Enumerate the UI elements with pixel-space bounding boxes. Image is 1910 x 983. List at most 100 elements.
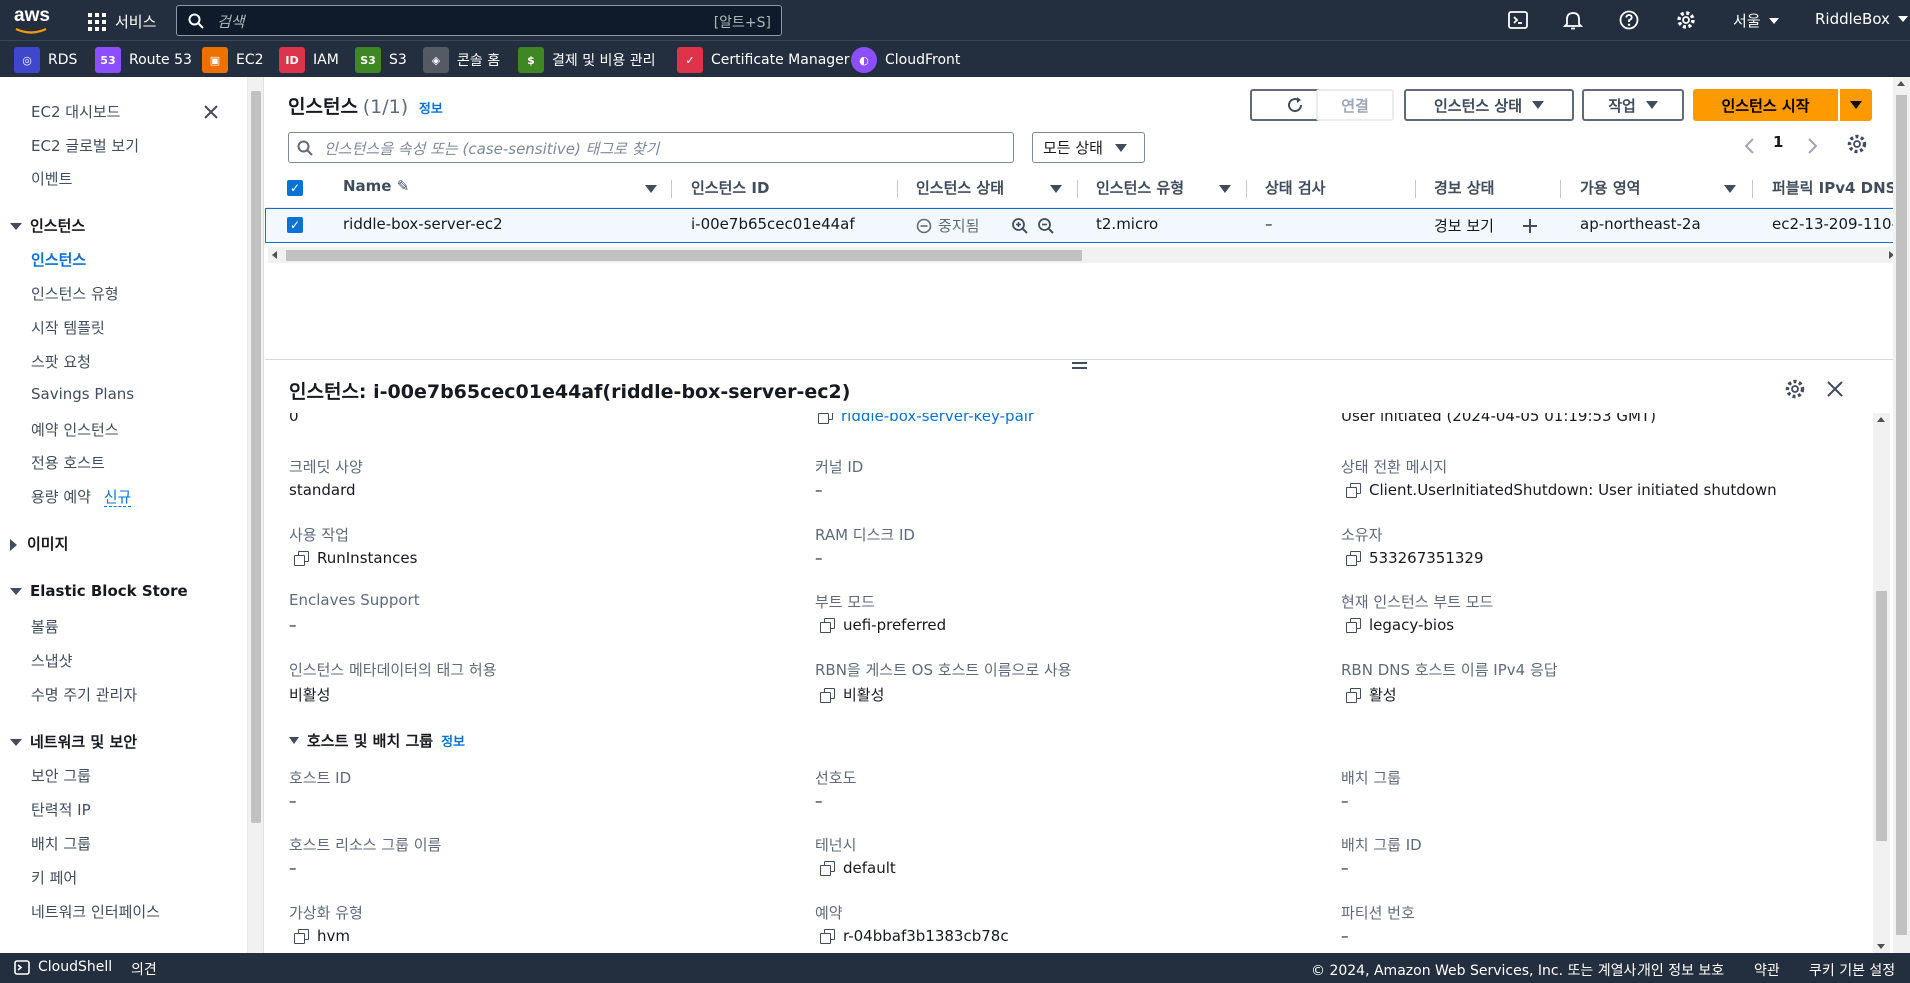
- table-scrollbar-thumb[interactable]: [286, 250, 1082, 261]
- copy-icon[interactable]: [818, 413, 833, 424]
- sidebar-section-instances[interactable]: 인스턴스: [10, 215, 85, 236]
- bell-icon[interactable]: [1563, 10, 1583, 30]
- zoom-in-icon[interactable]: [1011, 217, 1029, 235]
- cloudshell-icon[interactable]: [1508, 11, 1528, 29]
- sidebar-item-key-pairs[interactable]: 키 페어: [31, 867, 77, 888]
- detail-settings-icon[interactable]: [1784, 378, 1806, 400]
- region-selector[interactable]: 서울: [1733, 10, 1779, 31]
- favorite-iam[interactable]: ID IAM: [279, 47, 339, 73]
- main-scrollbar[interactable]: [1893, 77, 1910, 953]
- favorite-cloudfront[interactable]: ◐ CloudFront: [851, 47, 960, 73]
- favorite-ec2[interactable]: ▣ EC2: [202, 47, 264, 73]
- sidebar-item-savings-plans[interactable]: Savings Plans: [31, 385, 134, 403]
- sidebar-section-ebs[interactable]: Elastic Block Store: [10, 582, 188, 600]
- column-availability-zone[interactable]: 가용 영역: [1580, 177, 1640, 198]
- sidebar-item-capacity-reservations[interactable]: 용량 예약 신규: [31, 486, 132, 507]
- column-instance-id[interactable]: 인스턴스 ID: [691, 177, 769, 198]
- privacy-link[interactable]: 개인 정보 보호: [1638, 960, 1724, 980]
- column-alarm-status[interactable]: 경보 상태: [1434, 177, 1494, 198]
- info-link[interactable]: 정보: [419, 102, 443, 117]
- scroll-left-icon[interactable]: [272, 251, 277, 259]
- page-number[interactable]: 1: [1773, 133, 1783, 151]
- detail-scrollbar[interactable]: [1873, 413, 1890, 953]
- favorite-route53[interactable]: 53 Route 53: [95, 47, 192, 73]
- favorite-billing[interactable]: $ 결제 및 비용 관리: [518, 47, 656, 73]
- sidebar-item-instances[interactable]: 인스턴스: [31, 249, 86, 270]
- sidebar-item-events[interactable]: 이벤트: [31, 168, 72, 189]
- connect-button[interactable]: 연결: [1316, 89, 1394, 121]
- copy-icon[interactable]: [820, 687, 835, 703]
- table-horizontal-scrollbar[interactable]: [268, 247, 1898, 263]
- launch-instance-button[interactable]: 인스턴스 시작: [1693, 89, 1838, 121]
- copy-icon[interactable]: [1346, 618, 1361, 633]
- info-link[interactable]: 정보: [441, 731, 465, 750]
- actions-button[interactable]: 작업: [1582, 89, 1684, 121]
- sort-icon[interactable]: [1050, 185, 1062, 193]
- sort-icon[interactable]: [645, 185, 657, 193]
- instance-filter-input[interactable]: 인스턴스을 속성 또는 (case-sensitive) 태그로 찾기: [288, 132, 1014, 163]
- sidebar-item-spot-requests[interactable]: 스팟 요청: [31, 351, 91, 372]
- column-name[interactable]: Name ✎: [343, 177, 409, 195]
- sidebar-item-volumes[interactable]: 볼륨: [31, 616, 59, 637]
- column-instance-state[interactable]: 인스턴스 상태: [916, 177, 1004, 198]
- favorite-rds[interactable]: ◎ RDS: [14, 47, 77, 73]
- copy-icon[interactable]: [820, 861, 835, 876]
- account-menu[interactable]: RiddleBox: [1815, 10, 1908, 28]
- column-instance-type[interactable]: 인스턴스 유형: [1096, 177, 1184, 198]
- column-public-dns[interactable]: 퍼블릭 IPv4 DNS: [1772, 177, 1896, 198]
- sidebar-item-lifecycle-manager[interactable]: 수명 주기 관리자: [31, 684, 137, 705]
- favorite-certificate-manager[interactable]: ✓ Certificate Manager: [677, 47, 850, 73]
- favorite-s3[interactable]: S3 S3: [355, 47, 407, 73]
- sidebar-item-ec2-dashboard[interactable]: EC2 대시보드: [31, 101, 120, 122]
- row-alarm-link[interactable]: 경보 보기: [1434, 215, 1494, 236]
- copy-icon[interactable]: [294, 929, 309, 944]
- row-instance-id-link[interactable]: i-00e7b65cec01e44af: [691, 215, 855, 233]
- search-input[interactable]: 검색 [알트+S]: [176, 5, 782, 36]
- favorite-console-home[interactable]: ◈ 콘솔 홈: [423, 47, 500, 73]
- row-checkbox[interactable]: ✓: [287, 217, 303, 233]
- chevron-right-icon[interactable]: [1804, 135, 1820, 157]
- sidebar-item-snapshots[interactable]: 스냅샷: [31, 650, 72, 671]
- main-scrollbar-thumb[interactable]: [1896, 95, 1907, 935]
- sidebar-item-elastic-ips[interactable]: 탄력적 IP: [31, 799, 91, 820]
- instance-state-button[interactable]: 인스턴스 상태: [1404, 89, 1574, 121]
- sidebar-section-network[interactable]: 네트워크 및 보안: [10, 731, 137, 752]
- sidebar-item-placement-groups[interactable]: 배치 그룹: [31, 833, 91, 854]
- services-menu[interactable]: 서비스: [88, 11, 156, 32]
- sidebar-section-images[interactable]: 이미지: [10, 533, 68, 554]
- close-icon[interactable]: [203, 104, 219, 120]
- table-settings-icon[interactable]: [1846, 133, 1868, 155]
- sidebar-scrollbar-thumb[interactable]: [251, 91, 261, 823]
- copy-icon[interactable]: [1346, 551, 1361, 566]
- chevron-left-icon[interactable]: [1742, 135, 1758, 157]
- sidebar-item-reserved-instances[interactable]: 예약 인스턴스: [31, 419, 119, 440]
- sidebar-item-network-interfaces[interactable]: 네트워크 인터페이스: [31, 901, 160, 922]
- sidebar-scrollbar[interactable]: [248, 77, 264, 953]
- sort-icon[interactable]: [1219, 185, 1231, 193]
- column-status-check[interactable]: 상태 검사: [1265, 177, 1325, 198]
- close-icon[interactable]: [1826, 380, 1844, 398]
- sidebar-item-instance-types[interactable]: 인스턴스 유형: [31, 283, 119, 304]
- zoom-out-icon[interactable]: [1037, 217, 1055, 235]
- sidebar-item-launch-templates[interactable]: 시작 템플릿: [31, 317, 105, 338]
- sidebar-item-global-view[interactable]: EC2 글로벌 보기: [31, 135, 139, 156]
- cloudshell-button[interactable]: CloudShell: [14, 959, 112, 975]
- scroll-up-icon[interactable]: [1877, 417, 1885, 422]
- sidebar-item-dedicated-hosts[interactable]: 전용 호스트: [31, 452, 105, 473]
- scroll-up-icon[interactable]: [1897, 81, 1905, 86]
- sidebar-item-security-groups[interactable]: 보안 그룹: [31, 765, 91, 786]
- copy-icon[interactable]: [294, 551, 309, 566]
- select-all-checkbox[interactable]: ✓: [287, 180, 303, 196]
- copy-icon[interactable]: [820, 929, 835, 944]
- gear-icon[interactable]: [1676, 10, 1696, 30]
- cookie-preferences-link[interactable]: 쿠키 기본 설정: [1809, 960, 1895, 980]
- copy-icon[interactable]: [1346, 687, 1361, 703]
- aws-logo[interactable]: aws: [14, 5, 50, 34]
- copy-icon[interactable]: [1346, 483, 1361, 498]
- section-host-placement[interactable]: 호스트 및 배치 그룹 정보: [289, 730, 465, 751]
- sort-icon[interactable]: [1724, 185, 1736, 193]
- scroll-down-icon[interactable]: [1877, 944, 1885, 949]
- terms-link[interactable]: 약관: [1754, 960, 1780, 980]
- state-filter-select[interactable]: 모든 상태: [1032, 132, 1145, 163]
- help-icon[interactable]: [1619, 10, 1639, 30]
